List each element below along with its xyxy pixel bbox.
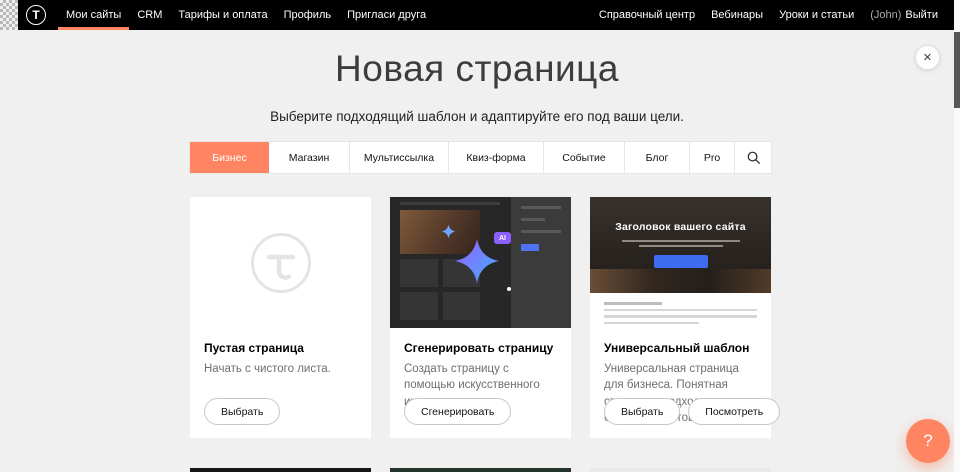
universal-template-preview[interactable]: Заголовок вашего сайта [590,197,771,328]
close-button[interactable]: ✕ [915,45,940,70]
generate-button[interactable]: Сгенерировать [404,398,511,425]
card-description: Начать с чистого листа. [204,361,357,377]
topbar-item-crm[interactable]: CRM [129,0,170,30]
preview-skeleton-line [639,245,723,247]
search-icon [746,150,761,165]
help-button[interactable]: ? [906,419,950,463]
topbar-item-invite-friend[interactable]: Пригласи друга [339,0,434,30]
preview-cta-button-block [654,255,708,268]
template-grid: Пустая страница Начать с чистого листа. … [190,197,771,438]
card-actions: Выбрать Посмотреть [604,398,780,425]
preview-skeleton-line [400,202,500,205]
new-page-screen: T Мои сайты CRM Тарифы и оплата Профиль … [0,0,960,472]
preview-hero-section: Заголовок вашего сайта [590,197,771,293]
partial-card-preview[interactable] [390,468,571,472]
ai-generate-preview[interactable]: AI [390,197,571,328]
topbar-item-webinars[interactable]: Вебинары [703,0,771,30]
template-card-ai-generate: AI Сгенерировать страницу Создать страни… [390,197,571,438]
topbar-item-my-sites[interactable]: Мои сайты [58,0,129,30]
page-title: Новая страница [0,48,954,90]
ai-sparkle-icon [453,237,501,285]
template-category-tabs: Бизнес Магазин Мультиссылка Квиз-форма С… [190,142,771,173]
user-menu: (John) Выйти [862,9,946,21]
preview-text-section [590,293,771,328]
template-card-universal: Заголовок вашего сайта Универсальный шаб… [590,197,771,438]
topbar-item-profile[interactable]: Профиль [276,0,340,30]
tab-search[interactable] [735,142,771,173]
topbar-item-help-center[interactable]: Справочный центр [591,0,703,30]
card-body: Пустая страница Начать с чистого листа. [190,328,371,377]
preview-side-panel [511,197,571,328]
next-row-partial [190,468,771,472]
tab-shop[interactable]: Магазин [269,142,350,173]
preview-blue-button-block [521,244,539,251]
preview-site-heading: Заголовок вашего сайта [590,221,771,233]
topbar: T Мои сайты CRM Тарифы и оплата Профиль … [0,0,954,30]
topbar-left-nav: Мои сайты CRM Тарифы и оплата Профиль Пр… [58,0,434,30]
preview-skeleton-line [622,240,740,242]
tab-multilink[interactable]: Мультиссылка [350,142,449,173]
choose-blank-button[interactable]: Выбрать [204,398,280,425]
tab-pro[interactable]: Pro [690,142,735,173]
tilda-logo-letter: T [32,8,39,22]
choose-universal-button[interactable]: Выбрать [604,398,680,425]
blank-page-preview[interactable] [190,197,371,328]
card-actions: Выбрать [204,398,280,425]
question-icon: ? [923,431,932,450]
tab-event[interactable]: Событие [544,142,625,173]
card-title: Пустая страница [204,341,357,355]
page-subtitle: Выберите подходящий шаблон и адаптируйте… [0,109,954,124]
partial-card-preview[interactable] [190,468,371,472]
tab-quiz-form[interactable]: Квиз-форма [449,142,544,173]
tab-business[interactable]: Бизнес [190,142,269,173]
texture-pattern [0,0,18,30]
topbar-item-pricing[interactable]: Тарифы и оплата [170,0,275,30]
view-universal-button[interactable]: Посмотреть [688,398,780,425]
user-name: (John) [870,9,901,21]
tab-blog[interactable]: Блог [625,142,690,173]
card-actions: Сгенерировать [404,398,511,425]
close-icon: ✕ [923,51,932,64]
logout-link[interactable]: Выйти [905,9,938,21]
ai-badge: AI [494,232,511,244]
tilda-logo[interactable]: T [26,5,46,25]
template-card-blank-page: Пустая страница Начать с чистого листа. … [190,197,371,438]
sparkle-dot [507,287,511,291]
scrollbar-thumb[interactable] [954,32,960,108]
partial-card-preview[interactable] [590,468,771,472]
tilda-logo-watermark-icon [249,231,313,295]
card-title: Сгенерировать страницу [404,341,557,355]
topbar-right-nav: Справочный центр Вебинары Уроки и статьи… [591,0,954,30]
topbar-item-lessons[interactable]: Уроки и статьи [771,0,862,30]
card-title: Универсальный шаблон [604,341,757,355]
scrollbar-track[interactable] [954,0,960,472]
